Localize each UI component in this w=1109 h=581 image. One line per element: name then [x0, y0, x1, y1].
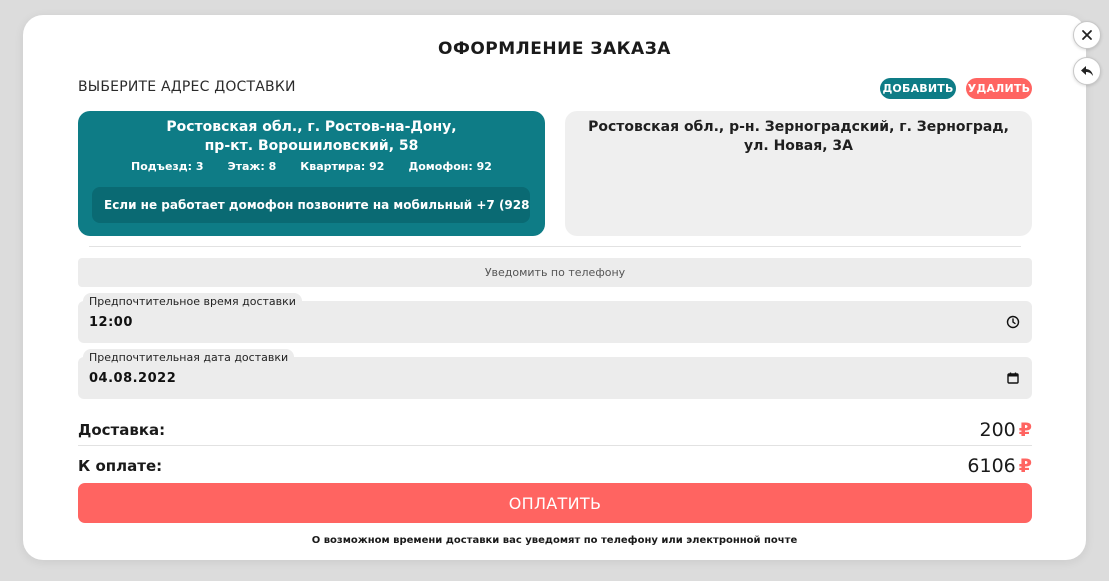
delivery-cost-row: Доставка: 200 ₽	[78, 417, 1032, 443]
delete-address-button[interactable]: УДАЛИТЬ	[966, 78, 1032, 99]
floor-info: Этаж: 8	[227, 160, 277, 173]
clock-icon[interactable]	[1006, 315, 1020, 329]
close-icon	[1082, 30, 1092, 40]
delivery-time-field[interactable]: Предпочтительное время доставки 12:00	[78, 293, 1032, 343]
add-address-button[interactable]: ДОБАВИТЬ	[880, 78, 956, 99]
entrance-info: Подъезд: 3	[131, 160, 204, 173]
apartment-info: Квартира: 92	[300, 160, 385, 173]
address-line-2: ул. Новая, 3А	[744, 138, 853, 154]
delivery-date-value[interactable]: 04.08.2022	[89, 371, 176, 386]
address-section-label: ВЫБЕРИТЕ АДРЕС ДОСТАВКИ	[78, 79, 296, 95]
delivery-date-label: Предпочтительная дата доставки	[83, 349, 295, 366]
address-line-1: Ростовская обл., р-н. Зерноградский, г. …	[588, 119, 1009, 135]
divider	[78, 445, 1032, 446]
delivery-footnote: О возможном времени доставки вас уведомя…	[311, 535, 798, 546]
calendar-icon[interactable]	[1006, 371, 1020, 385]
address-card[interactable]: Ростовская обл., р-н. Зерноградский, г. …	[565, 111, 1032, 236]
ruble-icon: ₽	[1018, 419, 1032, 441]
address-text: Ростовская обл., г. Ростов-на-Дону, пр-к…	[78, 118, 545, 156]
address-card-selected[interactable]: Ростовская обл., г. Ростов-на-Дону, пр-к…	[78, 111, 545, 236]
pay-button[interactable]: ОПЛАТИТЬ	[78, 483, 1032, 523]
address-text: Ростовская обл., р-н. Зерноградский, г. …	[565, 118, 1032, 156]
delivery-cost-value: 200 ₽	[980, 419, 1033, 441]
notify-by-phone-button[interactable]: Уведомить по телефону	[78, 258, 1032, 287]
ruble-icon: ₽	[1018, 455, 1032, 477]
modal-title: ОФОРМЛЕНИЕ ЗАКАЗА	[438, 39, 671, 59]
total-value: 6106 ₽	[967, 455, 1032, 477]
close-button[interactable]	[1073, 21, 1101, 49]
total-row: К оплате: 6106 ₽	[78, 453, 1032, 479]
delivery-time-label: Предпочтительное время доставки	[83, 293, 302, 310]
delivery-cost-amount: 200	[979, 419, 1016, 441]
address-line-2: пр-кт. Ворошиловский, 58	[204, 138, 419, 154]
back-arrow-icon	[1081, 66, 1093, 76]
delivery-time-value[interactable]: 12:00	[89, 315, 133, 330]
address-note: Если не работает домофон позвоните на мо…	[92, 187, 530, 223]
checkout-modal: ОФОРМЛЕНИЕ ЗАКАЗА ВЫБЕРИТЕ АДРЕС ДОСТАВК…	[23, 15, 1086, 560]
total-label: К оплате:	[78, 457, 163, 475]
delivery-cost-label: Доставка:	[78, 421, 166, 439]
total-amount: 6106	[967, 455, 1016, 477]
back-button[interactable]	[1073, 57, 1101, 85]
address-line-1: Ростовская обл., г. Ростов-на-Дону,	[166, 119, 457, 135]
divider	[89, 246, 1021, 247]
address-details: Подъезд: 3 Этаж: 8 Квартира: 92 Домофон:…	[78, 160, 545, 173]
intercom-info: Домофон: 92	[408, 160, 492, 173]
delivery-date-field[interactable]: Предпочтительная дата доставки 04.08.202…	[78, 349, 1032, 399]
